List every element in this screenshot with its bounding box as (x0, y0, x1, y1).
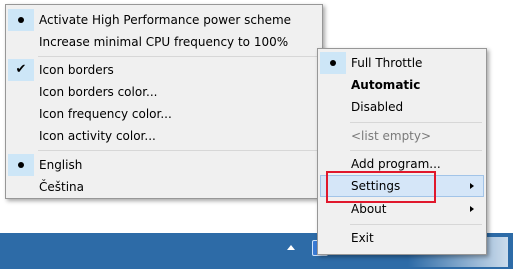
annotation-highlight-box (326, 171, 436, 203)
dot-icon (320, 52, 346, 74)
menu-item-list-empty: <list empty> (351, 129, 432, 143)
dot-icon (8, 154, 34, 176)
menu-item-icon-frequency-color[interactable]: Icon frequency color... (6, 103, 322, 125)
settings-submenu: Activate High Performance power scheme I… (5, 4, 323, 199)
menu-item-icon-borders-color[interactable]: Icon borders color... (6, 81, 322, 103)
menu-item-high-performance[interactable]: Activate High Performance power scheme (6, 9, 322, 31)
separator (350, 150, 482, 151)
menu-item-automatic[interactable]: Automatic (318, 74, 486, 96)
menu-item-cestina[interactable]: Čeština (6, 176, 322, 198)
dot-icon (8, 9, 34, 31)
triangle-right-icon (470, 206, 474, 212)
menu-item-min-cpu-frequency[interactable]: Increase minimal CPU frequency to 100% (6, 31, 322, 53)
separator (38, 150, 318, 151)
chevron-up-icon[interactable] (287, 245, 295, 250)
menu-item-english[interactable]: English (6, 154, 322, 176)
menu-item-icon-activity-color[interactable]: Icon activity color... (6, 125, 322, 147)
menu-item-full-throttle[interactable]: Full Throttle (318, 52, 486, 74)
menu-item-icon-borders[interactable]: ✔ Icon borders (6, 59, 322, 81)
separator (38, 56, 318, 57)
tray-context-menu: Full Throttle Automatic Disabled <list e… (317, 48, 487, 255)
menu-item-exit[interactable]: Exit (318, 227, 486, 249)
separator (350, 224, 482, 225)
triangle-right-icon (470, 183, 474, 189)
menu-item-disabled[interactable]: Disabled (318, 96, 486, 118)
separator (350, 122, 482, 123)
checkmark-icon: ✔ (8, 59, 34, 81)
